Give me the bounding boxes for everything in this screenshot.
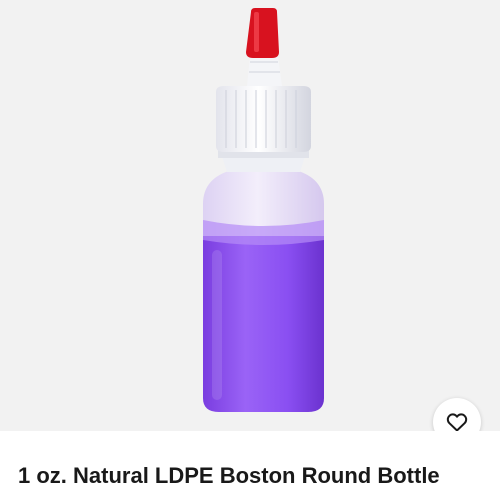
product-image-area[interactable] <box>0 0 500 431</box>
bottle-body <box>203 170 324 412</box>
heart-outline-icon <box>446 413 468 431</box>
product-title[interactable]: 1 oz. Natural LDPE Boston Round Bottle <box>18 462 488 490</box>
bottle-cap <box>216 56 311 152</box>
product-image <box>203 8 324 412</box>
product-card[interactable]: 1 oz. Natural LDPE Boston Round Bottle <box>0 0 500 504</box>
bottle-red-tip <box>246 8 279 58</box>
bottle-neck <box>218 150 309 172</box>
